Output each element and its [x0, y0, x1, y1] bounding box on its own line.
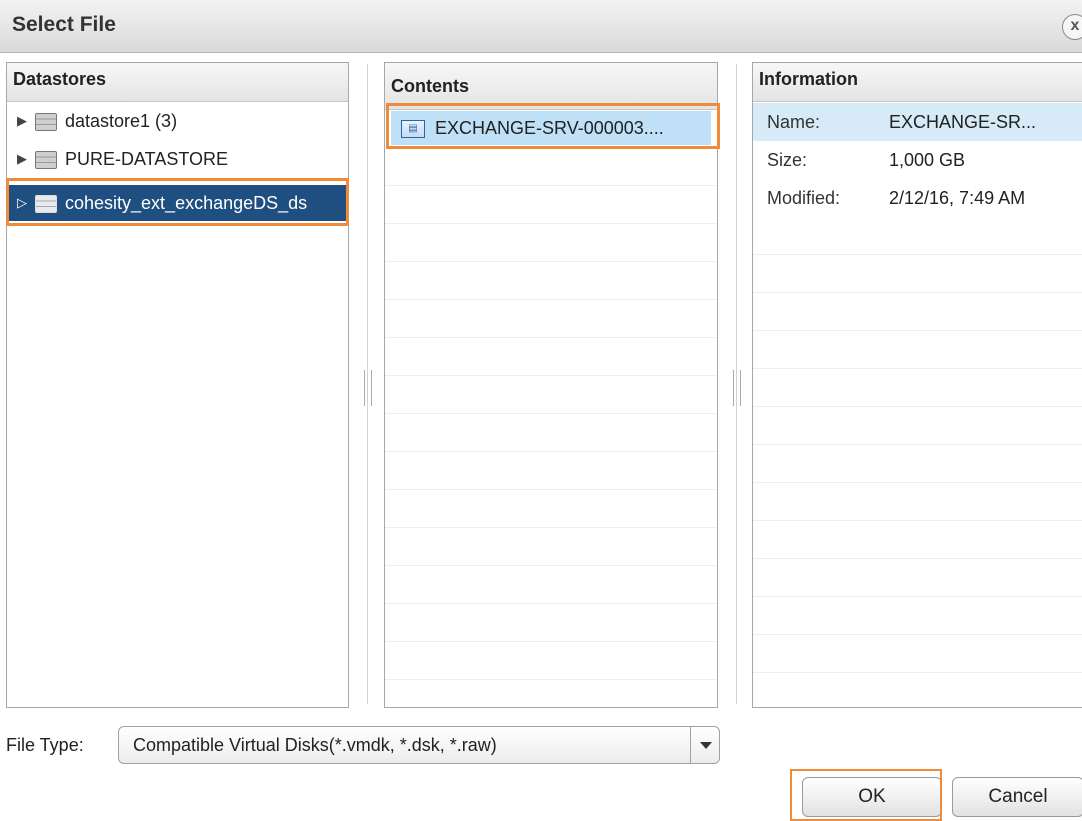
virtual-disk-icon: ▤: [401, 120, 425, 138]
expand-arrow-icon[interactable]: ▶: [17, 103, 27, 139]
contents-panel: Contents ▤ EXCHANGE-SRV-000003....: [384, 62, 718, 708]
info-value: EXCHANGE-SR...: [889, 112, 1037, 132]
tree-item-datastore1[interactable]: ▶ datastore1 (3): [7, 103, 348, 139]
datastores-panel: Datastores ▶ datastore1 (3) ▶ PURE-DATAS…: [6, 62, 349, 708]
datastore-icon: [35, 151, 57, 169]
file-type-label: File Type:: [6, 735, 84, 755]
splitter-grip[interactable]: [364, 370, 372, 406]
tree-item-label: datastore1 (3): [65, 111, 178, 131]
info-row-name: Name: EXCHANGE-SR...: [753, 103, 1082, 141]
content-item-exchange-srv[interactable]: ▤ EXCHANGE-SRV-000003....: [391, 111, 711, 145]
close-icon[interactable]: x: [1062, 14, 1082, 40]
contents-header: Contents: [385, 63, 717, 110]
dialog-title: Select File: [12, 13, 116, 36]
dropdown-button[interactable]: [690, 727, 720, 763]
expand-arrow-icon[interactable]: ▷: [17, 185, 27, 221]
content-item-label: EXCHANGE-SRV-000003....: [435, 118, 664, 138]
cancel-button[interactable]: Cancel: [952, 777, 1082, 817]
dialog-title-bar: Select File x: [0, 0, 1082, 53]
info-row-modified: Modified: 2/12/16, 7:49 AM: [753, 179, 1082, 217]
info-value: 2/12/16, 7:49 AM: [889, 188, 1026, 208]
file-type-value: Compatible Virtual Disks(*.vmdk, *.dsk, …: [133, 735, 497, 755]
datastore-icon: [35, 195, 57, 213]
file-type-select[interactable]: Compatible Virtual Disks(*.vmdk, *.dsk, …: [118, 726, 720, 764]
expand-arrow-icon[interactable]: ▶: [17, 141, 27, 177]
tree-item-label: PURE-DATASTORE: [65, 149, 229, 169]
info-key: Size:: [767, 150, 808, 170]
information-header: Information: [753, 63, 1082, 102]
contents-empty-rows: [385, 148, 717, 707]
information-empty-rows: [753, 217, 1082, 707]
ok-button[interactable]: OK: [802, 777, 942, 817]
tree-item-pure-datastore[interactable]: ▶ PURE-DATASTORE: [7, 141, 348, 177]
info-row-size: Size: 1,000 GB: [753, 141, 1082, 179]
splitter-grip[interactable]: [733, 370, 741, 406]
datastores-header: Datastores: [7, 63, 348, 102]
info-key: Modified:: [767, 188, 841, 208]
information-panel: Information Name: EXCHANGE-SR... Size: 1…: [752, 62, 1082, 708]
chevron-down-icon: [699, 742, 712, 749]
info-value: 1,000 GB: [889, 150, 966, 170]
info-key: Name:: [767, 112, 821, 132]
datastore-icon: [35, 113, 57, 131]
tree-item-label: cohesity_ext_exchangeDS_ds: [65, 193, 308, 213]
tree-item-cohesity-ext-exchangeds[interactable]: ▷ cohesity_ext_exchangeDS_ds: [7, 185, 348, 221]
